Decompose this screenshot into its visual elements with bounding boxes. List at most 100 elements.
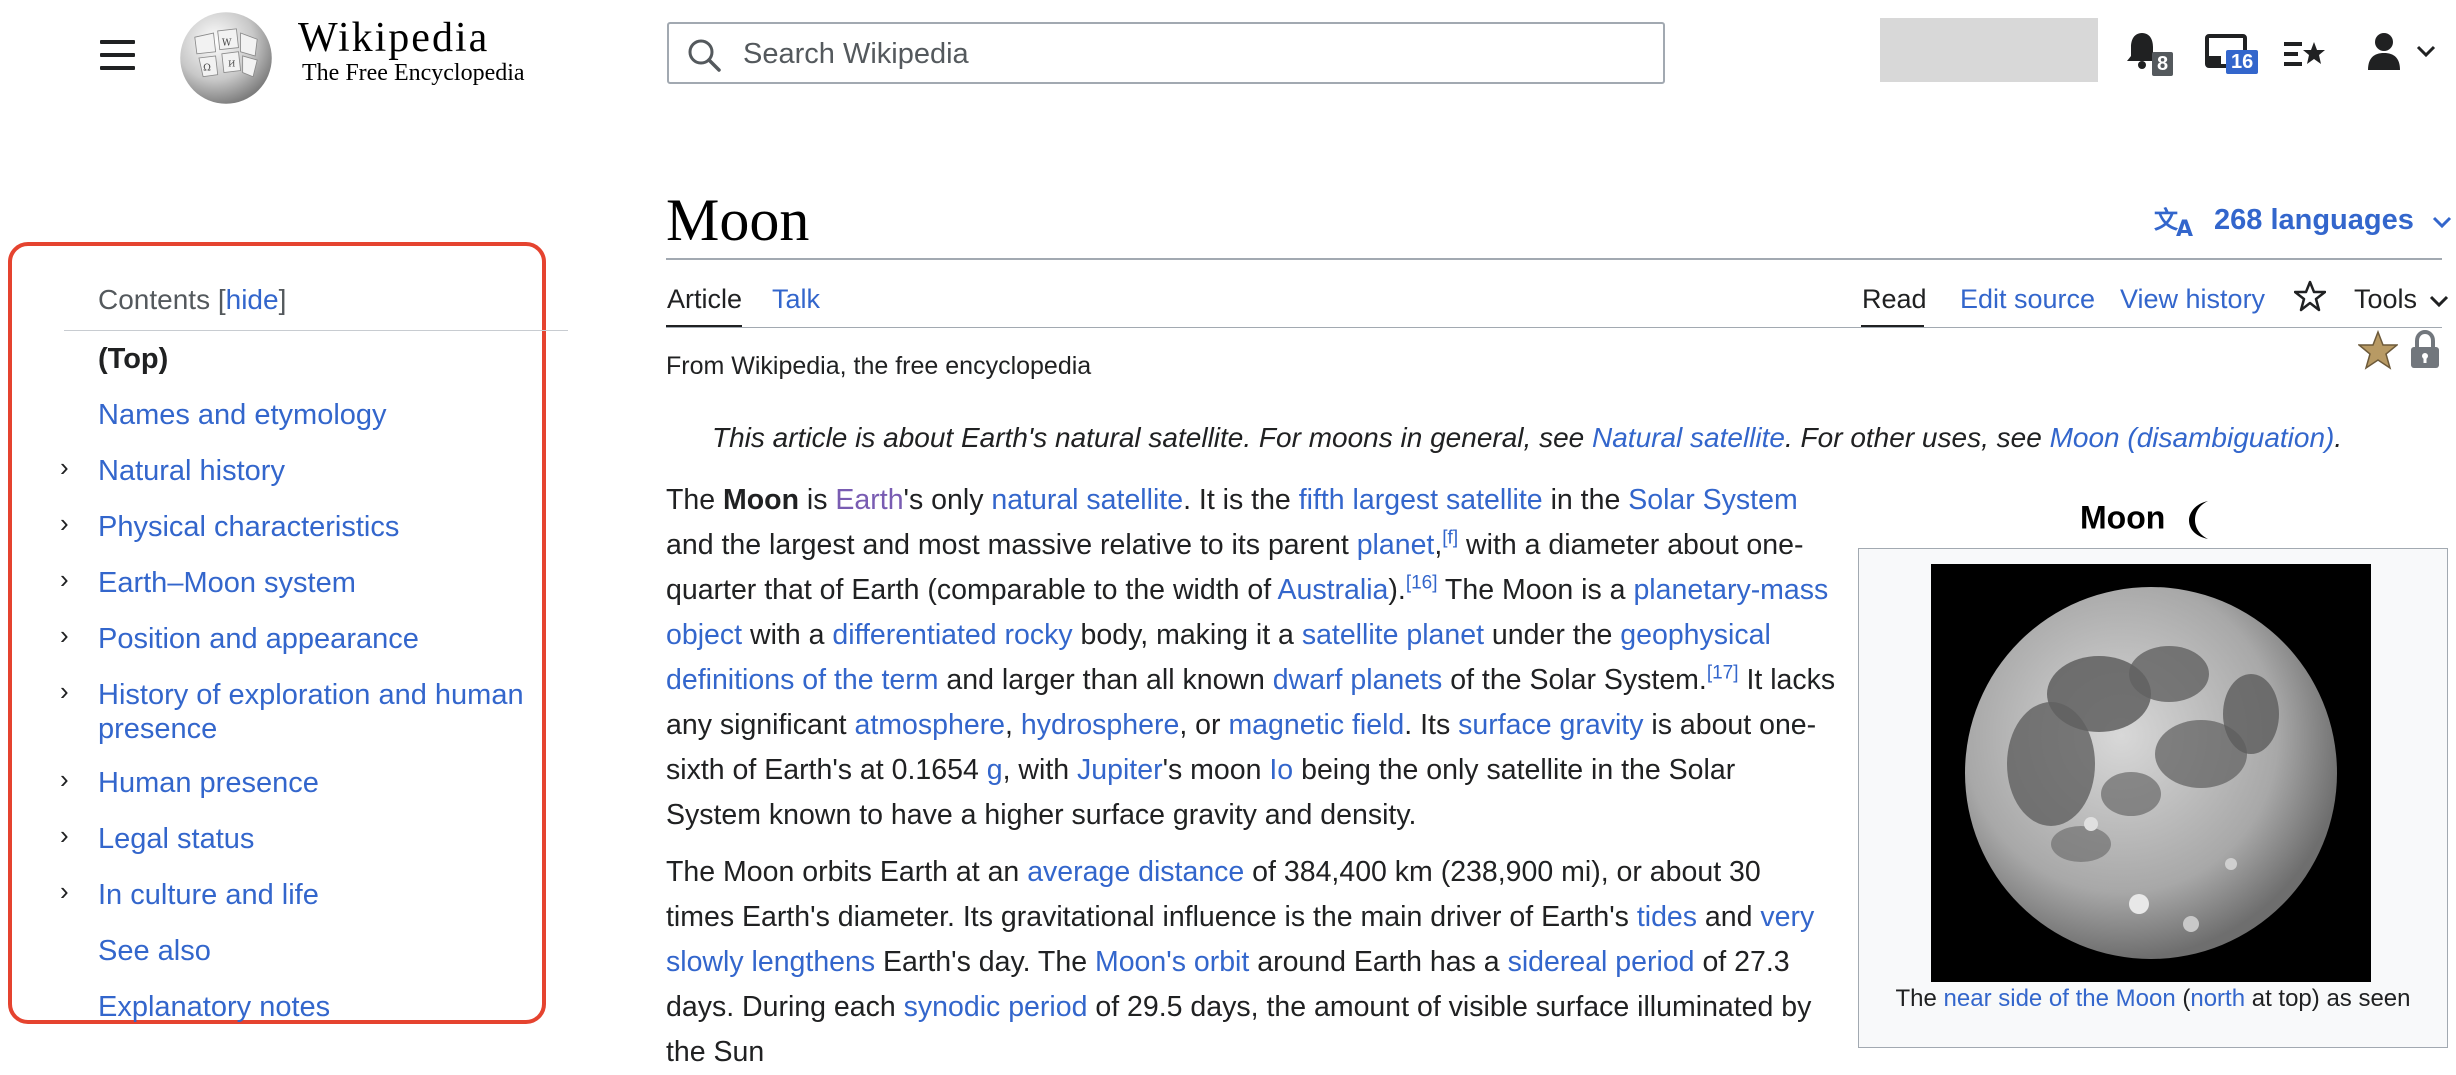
footnote-f[interactable]: [f] <box>1442 528 1458 549</box>
tools-label: Tools <box>2354 284 2418 314</box>
link-natural-satellite[interactable]: natural satellite <box>991 484 1183 516</box>
link-g[interactable]: g <box>987 754 1003 786</box>
user-icon <box>2368 33 2400 70</box>
link-magnetic-field[interactable]: magnetic field <box>1228 709 1404 741</box>
hatnote-link-natural-satellite[interactable]: Natural satellite <box>1592 422 1785 453</box>
citation-17[interactable]: [17] <box>1707 663 1739 684</box>
lock-icon <box>2411 330 2439 368</box>
wikipedia-globe-logo[interactable]: W Ω И <box>174 6 278 110</box>
chevron-right-icon[interactable]: › <box>60 508 69 539</box>
user-menu-button[interactable] <box>2366 30 2436 77</box>
svg-text:И: И <box>228 58 235 68</box>
citation-16[interactable]: [16] <box>1406 573 1438 594</box>
intro-paragraph-2: The Moon orbits Earth at an average dist… <box>666 856 1815 1068</box>
link-north[interactable]: north <box>2190 985 2245 1012</box>
title-divider <box>666 258 2442 260</box>
crescent-moon-icon <box>2189 501 2209 539</box>
svg-text:A: A <box>2176 217 2193 238</box>
toc-item-legal-status[interactable]: Legal status <box>98 822 538 856</box>
toc-item-human-presence[interactable]: Human presence <box>98 766 538 800</box>
hatnote-link-moon-disambiguation[interactable]: Moon (disambiguation) <box>2050 422 2335 453</box>
link-io[interactable]: Io <box>1269 754 1293 786</box>
link-australia[interactable]: Australia <box>1278 574 1389 606</box>
tools-menu[interactable]: Tools <box>2354 284 2449 315</box>
page-title: Moon <box>666 187 810 253</box>
chevron-down-icon <box>2429 295 2448 308</box>
chevron-right-icon[interactable]: › <box>60 620 69 651</box>
toc-item-natural-history[interactable]: Natural history <box>98 454 538 488</box>
link-planet[interactable]: planet <box>1357 529 1435 561</box>
link-satellite-planet[interactable]: satellite planet <box>1302 619 1484 651</box>
chevron-down-icon <box>2416 45 2436 58</box>
intro-paragraph-1: The Moon is Earth's only natural satelli… <box>666 484 1836 831</box>
link-synodic-period[interactable]: synodic period <box>904 991 1088 1023</box>
toc-title: Contents [hide] <box>98 284 287 315</box>
toc-item-see-also[interactable]: See also <box>98 934 538 968</box>
from-wikipedia-note: From Wikipedia, the free encyclopedia <box>666 352 1092 380</box>
link-average-distance[interactable]: average distance <box>1027 856 1244 888</box>
link-near-side-of-the-moon[interactable]: near side of the Moon <box>1944 985 2176 1012</box>
link-fifth-largest-satellite[interactable]: fifth largest satellite <box>1299 484 1543 516</box>
hatnote-text: This article is about Earth's natural sa… <box>712 422 1592 453</box>
link-surface-gravity[interactable]: surface gravity <box>1458 709 1643 741</box>
link-solar-system[interactable]: Solar System <box>1628 484 1797 516</box>
tab-view-history[interactable]: View history <box>2120 284 2265 315</box>
link-tides[interactable]: tides <box>1637 901 1697 933</box>
bold-term-moon: Moon <box>723 484 799 516</box>
watch-star-icon[interactable] <box>2294 280 2326 312</box>
languages-button[interactable]: 文 A 268 languages <box>2154 204 2452 238</box>
chevron-right-icon[interactable]: › <box>60 676 69 707</box>
search-icon <box>688 39 721 72</box>
link-hydrosphere[interactable]: hydrosphere <box>1021 709 1179 741</box>
tab-article[interactable]: Article <box>667 284 742 315</box>
chevron-right-icon[interactable]: › <box>60 452 69 483</box>
link-differentiated-rocky[interactable]: differentiated rocky <box>832 619 1072 651</box>
link-sidereal-period[interactable]: sidereal period <box>1508 946 1695 978</box>
notifications-badge: 8 <box>2152 52 2174 76</box>
hatnote-text: . <box>2334 422 2343 453</box>
toc-item-names-and-etymology[interactable]: Names and etymology <box>98 398 538 432</box>
notices-button[interactable]: 16 <box>2204 32 2259 77</box>
toc-hide-link[interactable]: hide <box>226 284 279 315</box>
chevron-right-icon[interactable]: › <box>60 876 69 907</box>
moon-photo-graphic <box>1931 564 2371 982</box>
wikipedia-wordmark[interactable]: Wikipedia <box>298 14 489 62</box>
link-dwarf-planets[interactable]: dwarf planets <box>1273 664 1443 696</box>
watchlist-button[interactable] <box>2284 38 2326 77</box>
infobox-title-label: Moon <box>2080 499 2166 536</box>
featured-article-star-icon <box>2358 330 2398 370</box>
toc-item-explanatory-notes[interactable]: Explanatory notes <box>98 990 538 1024</box>
toc-item-history-of-exploration[interactable]: History of exploration and human presenc… <box>98 678 528 746</box>
languages-label: 268 languages <box>2214 204 2414 236</box>
link-earth[interactable]: Earth <box>835 484 903 516</box>
moon-image[interactable] <box>1931 564 2371 982</box>
watchlist-star-icon <box>2284 42 2325 66</box>
link-jupiter[interactable]: Jupiter <box>1077 754 1163 786</box>
infobox-caption: The near side of the Moon (north at top)… <box>1895 985 2411 1012</box>
tab-talk[interactable]: Talk <box>772 284 820 315</box>
link-moons-orbit[interactable]: Moon's orbit <box>1095 946 1249 978</box>
toc-title-label: Contents <box>98 284 211 315</box>
chevron-down-icon <box>2432 216 2451 229</box>
chevron-right-icon[interactable]: › <box>60 820 69 851</box>
svg-text:Ω: Ω <box>203 62 211 73</box>
toc-item-position-and-appearance[interactable]: Position and appearance <box>98 622 538 656</box>
redacted-username-block <box>1880 18 2098 82</box>
wikipedia-tagline: The Free Encyclopedia <box>302 60 525 86</box>
tabs-divider <box>666 327 2442 328</box>
toc-divider <box>64 330 568 331</box>
toc-item-top[interactable]: (Top) <box>98 342 538 376</box>
search-box[interactable] <box>667 22 1665 84</box>
chevron-right-icon[interactable]: › <box>60 564 69 595</box>
translate-icon: 文 A <box>2154 206 2193 238</box>
toc-item-earth-moon-system[interactable]: Earth–Moon system <box>98 566 538 600</box>
tab-read[interactable]: Read <box>1862 284 1927 315</box>
toc-item-physical-characteristics[interactable]: Physical characteristics <box>98 510 538 544</box>
link-atmosphere[interactable]: atmosphere <box>855 709 1006 741</box>
main-menu-button[interactable] <box>98 38 138 72</box>
toc-item-in-culture-and-life[interactable]: In culture and life <box>98 878 538 912</box>
chevron-right-icon[interactable]: › <box>60 764 69 795</box>
tab-edit-source[interactable]: Edit source <box>1960 284 2095 315</box>
search-input[interactable] <box>741 32 1645 76</box>
notifications-button[interactable]: 8 <box>2124 30 2174 77</box>
